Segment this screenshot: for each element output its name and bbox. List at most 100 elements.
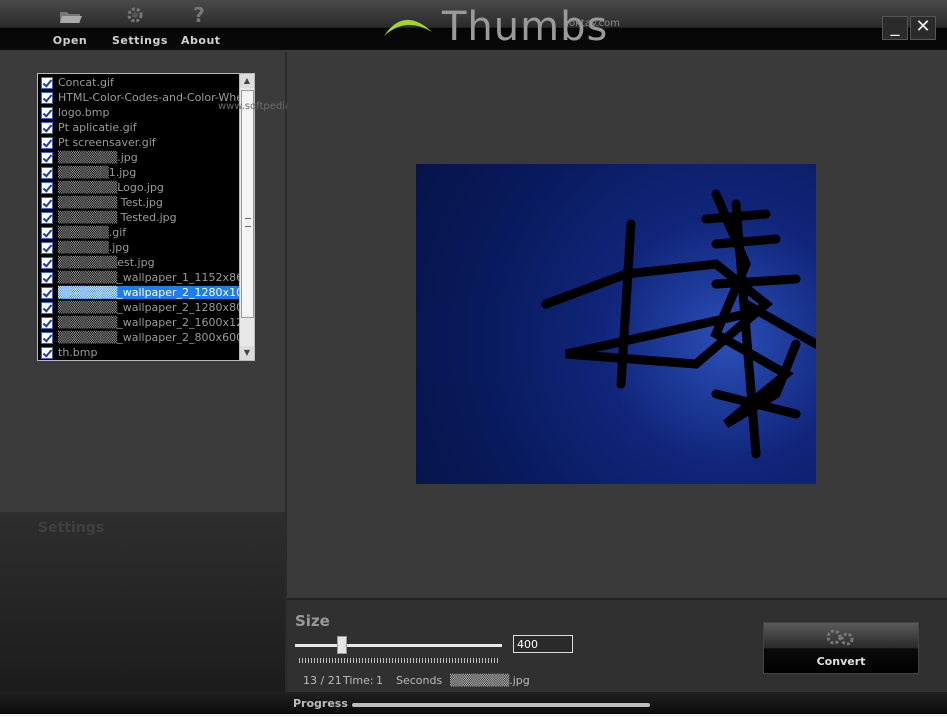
file-name: Pt aplicatie.gif xyxy=(58,121,137,134)
file-name: ▒▒▒▒▒▒▒ Tested.jpg xyxy=(58,211,177,224)
file-list-item[interactable]: ▒▒▒▒▒▒▒.jpg xyxy=(38,150,237,165)
file-checkbox[interactable] xyxy=(41,121,53,134)
close-icon: ✕ xyxy=(915,16,931,37)
file-name: Concat.gif xyxy=(58,76,114,89)
file-checkbox[interactable] xyxy=(41,166,53,179)
size-slider-ticks xyxy=(299,658,499,663)
file-list-item[interactable]: ▒▒▒▒▒▒▒_wallpaper_2_1280x1024.jpg xyxy=(38,285,254,300)
file-name: ▒▒▒▒▒▒▒_wallpaper_2_800x600.jpg xyxy=(58,331,255,344)
settings-panel: Settings xyxy=(0,512,285,692)
file-checkbox[interactable] xyxy=(41,211,53,224)
about-label: About xyxy=(181,34,221,47)
file-list-item[interactable]: ▒▒▒▒▒▒1.jpg xyxy=(38,165,237,180)
file-name: ▒▒▒▒▒▒.jpg xyxy=(58,241,130,254)
file-checkbox[interactable] xyxy=(41,241,53,254)
seconds-label: Seconds xyxy=(396,674,443,687)
file-name: th.bmp xyxy=(58,346,98,359)
file-checkbox[interactable] xyxy=(41,301,53,314)
file-list-item[interactable]: Concat.gif xyxy=(38,75,237,90)
app-subtitle: oktay.com xyxy=(569,18,620,29)
file-checkbox[interactable] xyxy=(41,226,53,239)
convert-label: Convert xyxy=(816,655,866,668)
open-button[interactable]: Open xyxy=(52,0,88,50)
file-checkbox[interactable] xyxy=(41,196,53,209)
file-checkbox[interactable] xyxy=(41,271,53,284)
settings-button[interactable]: Settings xyxy=(112,0,168,50)
file-list-item[interactable]: Pt screensaver.gif xyxy=(38,135,237,150)
gears-icon xyxy=(826,629,854,646)
file-list-item[interactable]: ▒▒▒▒▒▒.jpg xyxy=(38,240,237,255)
file-list[interactable]: Concat.gif HTML-Color-Codes-and-Color-Whe… xyxy=(37,73,255,361)
file-checkbox[interactable] xyxy=(41,286,53,299)
scrollbar-grip-icon xyxy=(245,218,251,227)
file-name: ▒▒▒▒▒▒▒est.jpg xyxy=(58,256,155,269)
close-button[interactable]: ✕ xyxy=(910,16,936,40)
file-checkbox[interactable] xyxy=(41,346,53,359)
folder-icon xyxy=(60,12,82,23)
scroll-up-arrow-icon[interactable]: ▲ xyxy=(240,74,254,88)
file-list-item[interactable]: ▒▒▒▒▒▒▒_wallpaper_2_1600x1200.jpg xyxy=(38,315,254,330)
file-checkbox[interactable] xyxy=(41,181,53,194)
file-name: ▒▒▒▒▒▒1.jpg xyxy=(58,166,137,179)
file-list-item[interactable]: ▒▒▒▒▒▒▒ Test.jpg xyxy=(38,195,237,210)
progress-bar-area: Progress xyxy=(0,692,947,717)
file-list-item[interactable]: Pt aplicatie.gif xyxy=(38,120,237,135)
file-checkbox[interactable] xyxy=(41,316,53,329)
file-list-item[interactable]: ▒▒▒▒▒▒▒est.jpg xyxy=(38,255,237,270)
file-checkbox[interactable] xyxy=(41,106,53,119)
size-input[interactable] xyxy=(513,635,573,653)
file-list-item[interactable]: ▒▒▒▒▒▒▒Logo.jpg xyxy=(38,180,237,195)
file-name: logo.bmp xyxy=(58,106,110,119)
file-name: ▒▒▒▒▒▒▒.jpg xyxy=(58,151,138,164)
file-counter: 13 / 21 xyxy=(303,674,342,687)
preview-image xyxy=(416,164,816,484)
time-label: Time: xyxy=(343,674,374,687)
file-list-item[interactable]: logo.bmp xyxy=(38,105,237,120)
size-panel: Size 13 / 21 Time: 1 Seconds ▒▒▒▒▒▒▒.jpg… xyxy=(287,598,947,694)
size-slider-thumb[interactable] xyxy=(336,636,347,654)
current-file: ▒▒▒▒▒▒▒.jpg xyxy=(450,674,530,687)
file-list-item[interactable]: ▒▒▒▒▒▒.gif xyxy=(38,225,237,240)
file-name: Pt screensaver.gif xyxy=(58,136,156,149)
about-button[interactable]: ? About xyxy=(181,0,221,50)
file-list-item[interactable]: th.bmp xyxy=(38,345,237,360)
file-checkbox[interactable] xyxy=(41,136,53,149)
file-name: ▒▒▒▒▒▒▒ Test.jpg xyxy=(58,196,163,209)
swoosh-logo-icon xyxy=(384,19,432,36)
settings-panel-title: Settings xyxy=(38,520,105,536)
file-name: ▒▒▒▒▒▒▒_wallpaper_2_1600x1200.jpg xyxy=(58,316,254,329)
open-label: Open xyxy=(52,34,88,47)
file-checkbox[interactable] xyxy=(41,256,53,269)
minimize-icon: _ xyxy=(890,16,900,37)
file-checkbox[interactable] xyxy=(41,331,53,344)
preview-image-art xyxy=(541,189,816,459)
file-list-item[interactable]: ▒▒▒▒▒▒▒_wallpaper_2_1280x800.jpg xyxy=(38,300,254,315)
progress-label: Progress xyxy=(293,697,348,710)
file-checkbox[interactable] xyxy=(41,91,53,104)
gear-icon xyxy=(127,7,143,23)
file-name: ▒▒▒▒▒▒▒_wallpaper_2_1280x800.jpg xyxy=(58,301,255,314)
size-title: Size xyxy=(295,612,330,630)
file-name: ▒▒▒▒▒▒▒_wallpaper_1_1152x864.jpg xyxy=(58,271,255,284)
file-list-item[interactable]: HTML-Color-Codes-and-Color-Wheel.g xyxy=(38,90,254,105)
file-list-item[interactable]: ▒▒▒▒▒▒▒_wallpaper_1_1152x864.jpg xyxy=(38,270,254,285)
scroll-down-arrow-icon[interactable]: ▼ xyxy=(240,346,254,360)
minimize-button[interactable]: _ xyxy=(882,16,908,40)
settings-label: Settings xyxy=(112,34,168,47)
file-name: ▒▒▒▒▒▒▒Logo.jpg xyxy=(58,181,164,194)
file-checkbox[interactable] xyxy=(41,76,53,89)
file-list-scrollbar[interactable]: ▲ ▼ xyxy=(239,74,254,360)
preview-area xyxy=(287,52,947,598)
question-mark-icon: ? xyxy=(193,4,205,26)
convert-button[interactable]: Convert xyxy=(763,622,919,674)
svg-text:?: ? xyxy=(193,4,205,26)
file-checkbox[interactable] xyxy=(41,151,53,164)
file-name: ▒▒▒▒▒▒.gif xyxy=(58,226,127,239)
scrollbar-thumb[interactable] xyxy=(241,90,254,318)
file-list-item[interactable]: ▒▒▒▒▒▒▒_wallpaper_2_800x600.jpg xyxy=(38,330,254,345)
top-toolbar: Open Settings ? About Thumbs oktay.com _… xyxy=(0,0,947,50)
file-list-item[interactable]: ▒▒▒▒▒▒▒ Tested.jpg xyxy=(38,210,237,225)
size-slider-track[interactable] xyxy=(295,644,502,647)
progress-track xyxy=(352,703,650,707)
left-pane: Concat.gif HTML-Color-Codes-and-Color-Whe… xyxy=(0,52,316,692)
